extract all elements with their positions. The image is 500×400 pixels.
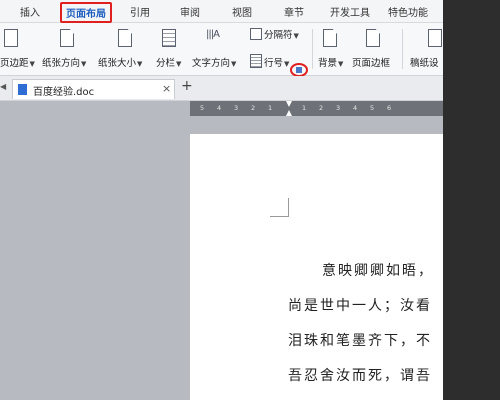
ruler-number: 2 — [251, 104, 256, 112]
background-icon — [323, 29, 337, 47]
columns-icon — [162, 29, 176, 47]
horizontal-ruler[interactable]: 5 4 3 2 1 1 2 3 4 5 6 — [190, 101, 443, 116]
tab-special-features[interactable]: 特色功能 — [388, 4, 428, 19]
ribbon-toolbar: 页边距▼ 纸张方向▼ 纸张大小▼ 分栏▼ |||A 文字方向▼ 分隔符▼ 行号▼… — [0, 23, 443, 96]
text-line: 吾忍舍汝而死，谓吾 — [288, 368, 432, 384]
ruler-number: 5 — [200, 104, 205, 112]
columns-button[interactable]: 分栏▼ — [156, 55, 181, 69]
columns-label: 分栏 — [156, 58, 176, 69]
size-button[interactable]: 纸张大小▼ — [98, 55, 142, 69]
margin-corner-mark — [270, 198, 289, 217]
tab-insert[interactable]: 插入 — [20, 4, 40, 19]
line-number-button[interactable]: 行号▼ — [264, 55, 289, 69]
ruler-number: 1 — [302, 104, 307, 112]
ruler-number: 4 — [353, 104, 358, 112]
grid-paper-button[interactable]: 稿纸设 — [410, 55, 439, 69]
chevron-down-icon: ▼ — [137, 60, 143, 68]
separator-label: 分隔符 — [264, 30, 293, 41]
tab-page-layout[interactable]: 页面布局 — [60, 2, 112, 23]
ruler-number: 1 — [268, 104, 273, 112]
background-button[interactable]: 背景▼ — [318, 55, 343, 69]
ruler-number: 3 — [234, 104, 239, 112]
page-border-button[interactable]: 页面边框 — [352, 55, 390, 69]
text-direction-label: 文字方向 — [192, 58, 231, 69]
chevron-down-icon: ▼ — [293, 32, 299, 40]
ruler-number: 2 — [319, 104, 324, 112]
chevron-down-icon: ▼ — [29, 60, 35, 68]
tab-scroll-left-icon[interactable]: ◀ — [0, 82, 6, 91]
tab-view[interactable]: 视图 — [232, 4, 252, 19]
background-label: 背景 — [318, 58, 338, 69]
page-size-icon — [118, 29, 132, 47]
text-line: 尚是世中一人；汝看 — [288, 298, 432, 314]
page-orientation-icon — [60, 29, 74, 47]
chevron-down-icon: ▼ — [231, 60, 237, 68]
separator-icon — [250, 28, 262, 40]
line-number-label: 行号 — [264, 58, 284, 69]
ruler-number: 5 — [370, 104, 375, 112]
grid-paper-icon — [428, 29, 442, 47]
margins-button[interactable]: 页边距▼ — [0, 55, 35, 69]
document-tab-title: 百度经验.doc — [33, 87, 95, 98]
side-panel — [443, 0, 500, 400]
page-border-icon — [366, 29, 380, 47]
ruler-number: 6 — [387, 104, 392, 112]
ribbon-tab-bar: 插入 页面布局 引用 审阅 视图 章节 开发工具 特色功能 — [0, 0, 443, 23]
orientation-button[interactable]: 纸张方向▼ — [42, 55, 86, 69]
tab-section[interactable]: 章节 — [284, 4, 304, 19]
separator-button[interactable]: 分隔符▼ — [264, 27, 299, 41]
text-line: 意映卿卿如晤， — [322, 263, 434, 279]
text-direction-button[interactable]: 文字方向▼ — [192, 55, 236, 69]
first-line-indent-marker[interactable] — [286, 101, 292, 107]
tab-review[interactable]: 审阅 — [180, 4, 200, 19]
line-number-icon — [250, 54, 262, 68]
page-setup-dialog-launcher-icon[interactable] — [296, 67, 302, 73]
document-tab-bar: ◀ 百度经验.doc × + — [0, 76, 443, 101]
doc-file-icon — [18, 84, 27, 95]
chevron-down-icon: ▼ — [284, 60, 290, 68]
size-label: 纸张大小 — [98, 58, 137, 69]
new-tab-button[interactable]: + — [181, 78, 193, 94]
chevron-down-icon: ▼ — [81, 60, 87, 68]
document-tab[interactable]: 百度经验.doc × — [12, 79, 175, 99]
margins-label: 页边距 — [0, 58, 29, 69]
ruler-number: 3 — [336, 104, 341, 112]
tab-developer-tools[interactable]: 开发工具 — [330, 4, 370, 19]
margins-icon — [4, 29, 18, 47]
text-line: 泪珠和笔墨齐下，不 — [288, 333, 432, 349]
tab-references[interactable]: 引用 — [130, 4, 150, 19]
orientation-label: 纸张方向 — [42, 58, 81, 69]
ribbon-divider — [402, 29, 403, 69]
close-icon[interactable]: × — [162, 82, 171, 95]
document-page[interactable]: 意映卿卿如晤， 尚是世中一人；汝看 泪珠和笔墨齐下，不 吾忍舍汝而死，谓吾 — [190, 134, 443, 400]
ribbon-divider — [312, 29, 313, 69]
hanging-indent-marker[interactable] — [286, 110, 292, 116]
chevron-down-icon: ▼ — [176, 60, 182, 68]
text-direction-icon: |||A — [206, 29, 220, 40]
chevron-down-icon: ▼ — [338, 60, 344, 68]
ruler-number: 4 — [217, 104, 222, 112]
